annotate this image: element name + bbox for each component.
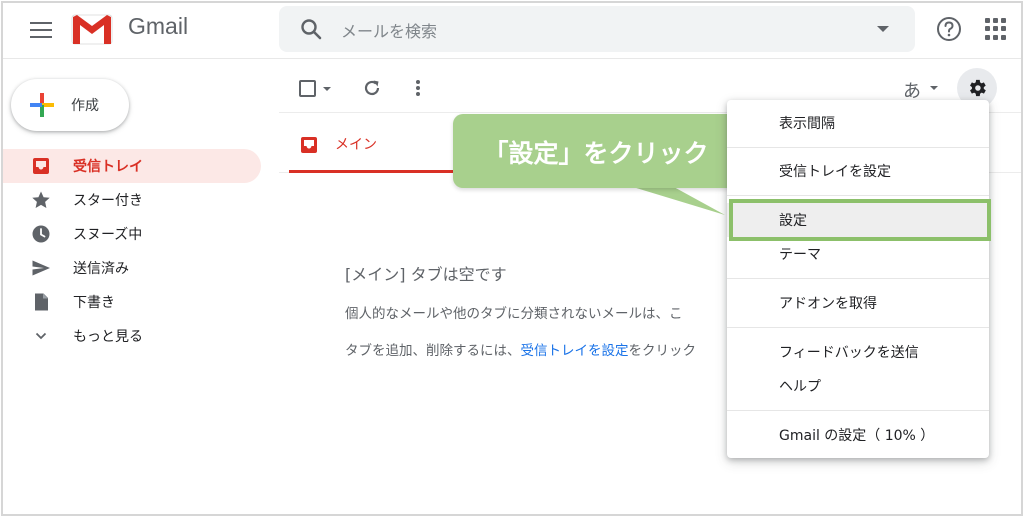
sidebar-item-label: 下書き [73, 295, 115, 311]
apps-grid-icon[interactable] [985, 18, 1007, 40]
main-menu-icon[interactable] [27, 18, 55, 42]
chevron-down-icon [31, 326, 51, 346]
compose-label: 作成 [71, 98, 99, 114]
empty-state-hint: タブを追加、削除するには、受信トレイを設定をクリック [345, 339, 729, 359]
inbox-icon [301, 137, 317, 153]
sidebar-item-sent[interactable]: 送信済み [3, 251, 261, 285]
plus-icon [30, 93, 54, 117]
sidebar-item-label: スター付き [73, 193, 143, 209]
gmail-logo-icon[interactable] [71, 12, 113, 46]
menu-divider [727, 278, 989, 279]
refresh-icon[interactable] [361, 77, 383, 99]
sidebar-item-starred[interactable]: スター付き [3, 183, 261, 217]
empty-state-description: 個人的なメールや他のタブに分類されないメールは、こ [345, 306, 683, 322]
callout-text: 「設定」をクリック [483, 139, 709, 168]
sidebar-item-snoozed[interactable]: スヌーズ中 [3, 217, 261, 251]
menu-divider [727, 195, 989, 196]
sidebar-item-label: 受信トレイ [73, 159, 143, 175]
settings-highlight-frame [729, 199, 991, 241]
inbox-icon [31, 156, 51, 176]
input-tools-caret-icon[interactable] [930, 86, 938, 90]
brand-name[interactable]: Gmail [128, 13, 188, 40]
sidebar-item-label: 送信済み [73, 261, 129, 277]
sidebar-nav: 受信トレイ スター付き スヌーズ中 送信済み 下書き もっと見る [3, 149, 265, 353]
menu-item-help[interactable]: ヘルプ [727, 369, 989, 403]
configure-inbox-link[interactable]: 受信トレイを設定 [521, 343, 629, 359]
tab-main-label: メイン [335, 137, 377, 153]
empty-state: [メイン] タブは空です 個人的なメールや他のタブに分類されないメールは、こ タ… [345, 261, 729, 376]
search-input[interactable]: メールを検索 [341, 18, 437, 42]
send-icon [31, 258, 51, 278]
top-header: Gmail メールを検索 [3, 3, 1021, 59]
instruction-callout: 「設定」をクリック [453, 114, 739, 188]
search-options-icon[interactable] [877, 26, 889, 32]
sidebar-item-label: スヌーズ中 [73, 227, 143, 243]
menu-item-configure-inbox[interactable]: 受信トレイを設定 [727, 154, 989, 188]
select-all-checkbox[interactable] [299, 80, 316, 97]
search-icon[interactable] [299, 17, 323, 41]
settings-dropdown-menu: 表示間隔 受信トレイを設定 設定 テーマ アドオンを取得 フィードバックを送信 … [727, 100, 991, 458]
search-bar[interactable]: メールを検索 [279, 6, 915, 52]
screenshot-frame: Gmail メールを検索 作成 受信トレイ スター付き スヌーズ中 送信済み 下… [1, 1, 1023, 516]
menu-item-display-density[interactable]: 表示間隔 [727, 106, 989, 140]
draft-icon [31, 292, 51, 312]
menu-divider [727, 410, 989, 411]
menu-divider [727, 147, 989, 148]
empty-state-hint-suffix: をクリック [628, 343, 697, 359]
menu-divider [727, 327, 989, 328]
select-options-icon[interactable] [323, 87, 331, 91]
menu-item-send-feedback[interactable]: フィードバックを送信 [727, 335, 989, 369]
clock-icon [31, 224, 51, 244]
sidebar-item-more[interactable]: もっと見る [3, 319, 261, 353]
sidebar-item-drafts[interactable]: 下書き [3, 285, 261, 319]
sidebar-item-inbox[interactable]: 受信トレイ [3, 149, 261, 183]
menu-item-gmail-setup[interactable]: Gmail の設定（ 10% ） [727, 418, 989, 452]
compose-button[interactable]: 作成 [11, 79, 129, 131]
sidebar-item-label: もっと見る [73, 329, 143, 345]
empty-state-title: [メイン] タブは空です [345, 265, 507, 284]
more-vert-icon[interactable] [407, 77, 429, 99]
menu-item-themes[interactable]: テーマ [727, 237, 989, 271]
empty-state-hint-prefix: タブを追加、削除するには、 [345, 343, 521, 359]
gear-icon [970, 79, 986, 97]
help-icon[interactable] [935, 15, 963, 43]
menu-item-get-addons[interactable]: アドオンを取得 [727, 286, 989, 320]
tab-main[interactable]: メイン [289, 113, 479, 173]
star-icon [31, 190, 51, 210]
